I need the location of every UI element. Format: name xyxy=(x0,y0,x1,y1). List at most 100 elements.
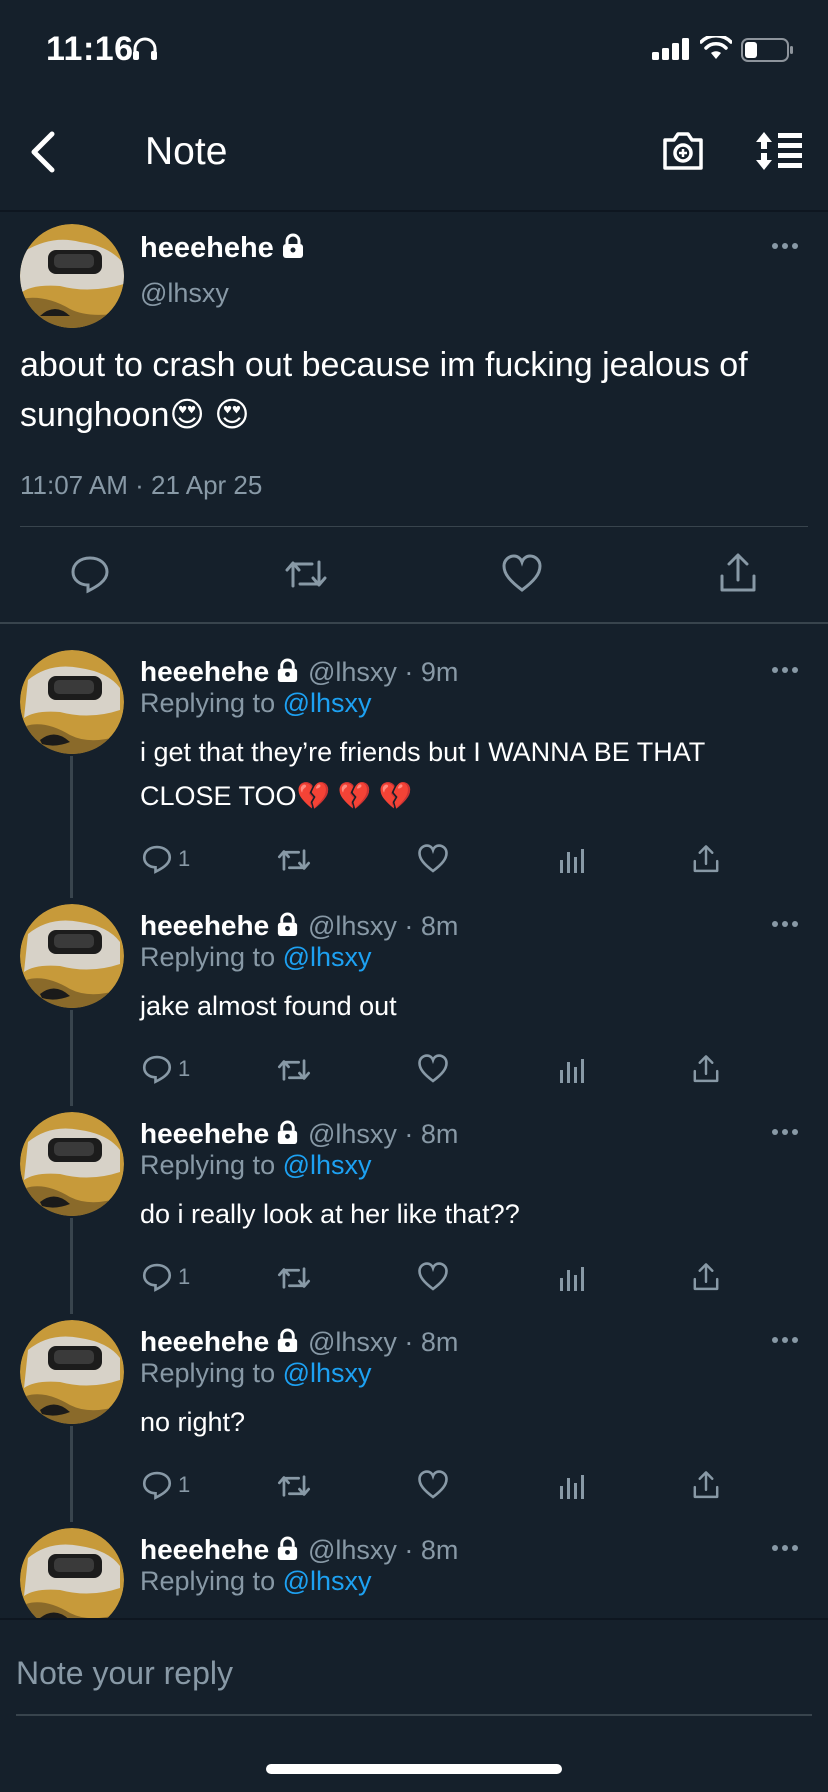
reply-header[interactable]: heeehehe @lhsxy · 8m xyxy=(140,1534,458,1566)
handle-and-time: @lhsxy · 9m xyxy=(307,657,459,687)
back-icon[interactable] xyxy=(28,130,60,174)
avatar[interactable] xyxy=(20,1320,124,1424)
reply-text: do i really look at her like that?? xyxy=(140,1199,520,1229)
more-icon[interactable] xyxy=(772,1128,798,1136)
analytics-icon[interactable] xyxy=(558,846,586,874)
home-indicator[interactable] xyxy=(266,1764,562,1774)
reply-count: 1 xyxy=(178,846,191,871)
display-name: heeehehe xyxy=(140,1118,270,1149)
retweet-icon[interactable] xyxy=(284,556,328,592)
avatar[interactable] xyxy=(20,1528,124,1632)
status-time: 11:16 xyxy=(46,30,134,68)
headphones-icon xyxy=(133,37,157,60)
analytics-icon[interactable] xyxy=(558,1056,586,1084)
like-icon[interactable] xyxy=(418,1262,448,1292)
share-icon[interactable] xyxy=(692,1262,720,1292)
reply-icon xyxy=(142,845,172,874)
share-icon[interactable] xyxy=(692,1470,720,1500)
replying-to-handle[interactable]: @lhsxy xyxy=(283,942,372,972)
analytics-icon[interactable] xyxy=(558,1472,586,1500)
reply-count: 1 xyxy=(178,1264,191,1289)
reply-action[interactable]: 1 xyxy=(142,844,190,874)
reply-actions: 1 xyxy=(140,1470,740,1510)
reply-action[interactable]: 1 xyxy=(142,1054,190,1084)
reply-header[interactable]: heeehehe @lhsxy · 9m xyxy=(140,656,458,688)
replying-to-handle[interactable]: @lhsxy xyxy=(283,688,372,718)
sort-icon[interactable] xyxy=(754,131,804,171)
lock-icon xyxy=(278,1328,298,1353)
display-name: heeehehe xyxy=(140,1534,270,1565)
more-icon[interactable] xyxy=(772,920,798,928)
replying-to-handle[interactable]: @lhsxy xyxy=(283,1566,372,1596)
handle-and-time: @lhsxy · 8m xyxy=(307,1535,459,1565)
reply-count: 1 xyxy=(178,1056,191,1081)
more-icon[interactable] xyxy=(772,666,798,674)
page-title: Note xyxy=(145,130,228,173)
handle-and-time: @lhsxy · 8m xyxy=(307,911,459,941)
more-icon[interactable] xyxy=(772,1544,798,1552)
reply-icon[interactable] xyxy=(70,554,110,594)
replying-to-label: Replying to xyxy=(140,1358,283,1388)
replying-to: Replying to @lhsxy xyxy=(140,1566,372,1597)
replying-to: Replying to @lhsxy xyxy=(140,688,372,719)
replying-to: Replying to @lhsxy xyxy=(140,1358,372,1389)
share-icon[interactable] xyxy=(718,552,758,594)
handle-and-time: @lhsxy · 8m xyxy=(307,1327,459,1357)
lock-icon xyxy=(278,1536,298,1561)
replying-to-label: Replying to xyxy=(140,942,283,972)
reply-action[interactable]: 1 xyxy=(142,1470,190,1500)
retweet-icon[interactable] xyxy=(277,1472,311,1500)
replying-to-handle[interactable]: @lhsxy xyxy=(283,1150,372,1180)
retweet-icon[interactable] xyxy=(277,1056,311,1084)
share-icon[interactable] xyxy=(692,1054,720,1084)
reply-input[interactable] xyxy=(16,1645,806,1701)
lock-icon xyxy=(278,1120,298,1145)
display-name: heeehehe xyxy=(140,656,270,687)
tweet-text: about to crash out because im fucking je… xyxy=(20,346,748,434)
reply-input-underline xyxy=(16,1714,812,1716)
like-icon[interactable] xyxy=(418,1470,448,1500)
display-name-text: heeehehe xyxy=(140,232,274,264)
reply-text: no right? xyxy=(140,1407,246,1437)
retweet-icon[interactable] xyxy=(277,1264,311,1292)
reply-count: 1 xyxy=(178,1472,191,1497)
thread-line xyxy=(70,1010,73,1106)
avatar[interactable] xyxy=(20,650,124,754)
camera-icon[interactable] xyxy=(661,131,705,171)
avatar[interactable] xyxy=(20,224,124,328)
reply-header[interactable]: heeehehe @lhsxy · 8m xyxy=(140,1118,458,1150)
avatar[interactable] xyxy=(20,1112,124,1216)
more-icon[interactable] xyxy=(772,1336,798,1344)
replying-to-label: Replying to xyxy=(140,688,283,718)
like-icon[interactable] xyxy=(418,1054,448,1084)
display-name[interactable]: heeehehe xyxy=(140,232,306,265)
thread-line xyxy=(70,756,73,898)
replying-to-handle[interactable]: @lhsxy xyxy=(283,1358,372,1388)
like-icon[interactable] xyxy=(418,844,448,874)
display-name: heeehehe xyxy=(140,910,270,941)
divider xyxy=(20,526,808,527)
share-icon[interactable] xyxy=(692,844,720,874)
reply-icon xyxy=(142,1055,172,1084)
reply-text: i get that they’re friends but I WANNA B… xyxy=(140,737,705,811)
like-icon[interactable] xyxy=(502,554,542,594)
avatar[interactable] xyxy=(20,904,124,1008)
more-icon[interactable] xyxy=(772,242,798,250)
handle[interactable]: @lhsxy xyxy=(140,278,229,309)
reply-actions: 1 xyxy=(140,844,740,884)
signal-icon xyxy=(652,38,689,60)
reply-header[interactable]: heeehehe @lhsxy · 8m xyxy=(140,1326,458,1358)
thread-line xyxy=(70,1218,73,1314)
thread-line xyxy=(70,1426,73,1522)
lock-icon xyxy=(282,233,303,258)
reply-header[interactable]: heeehehe @lhsxy · 8m xyxy=(140,910,458,942)
retweet-icon[interactable] xyxy=(277,846,311,874)
analytics-icon[interactable] xyxy=(558,1264,586,1292)
reply-icon xyxy=(142,1263,172,1292)
reply-bar-top-border xyxy=(0,1618,828,1620)
reply-text: jake almost found out xyxy=(140,991,397,1021)
reply-action[interactable]: 1 xyxy=(142,1262,190,1292)
lock-icon xyxy=(278,658,298,683)
lock-icon xyxy=(278,912,298,937)
reply-actions: 1 xyxy=(140,1262,740,1302)
